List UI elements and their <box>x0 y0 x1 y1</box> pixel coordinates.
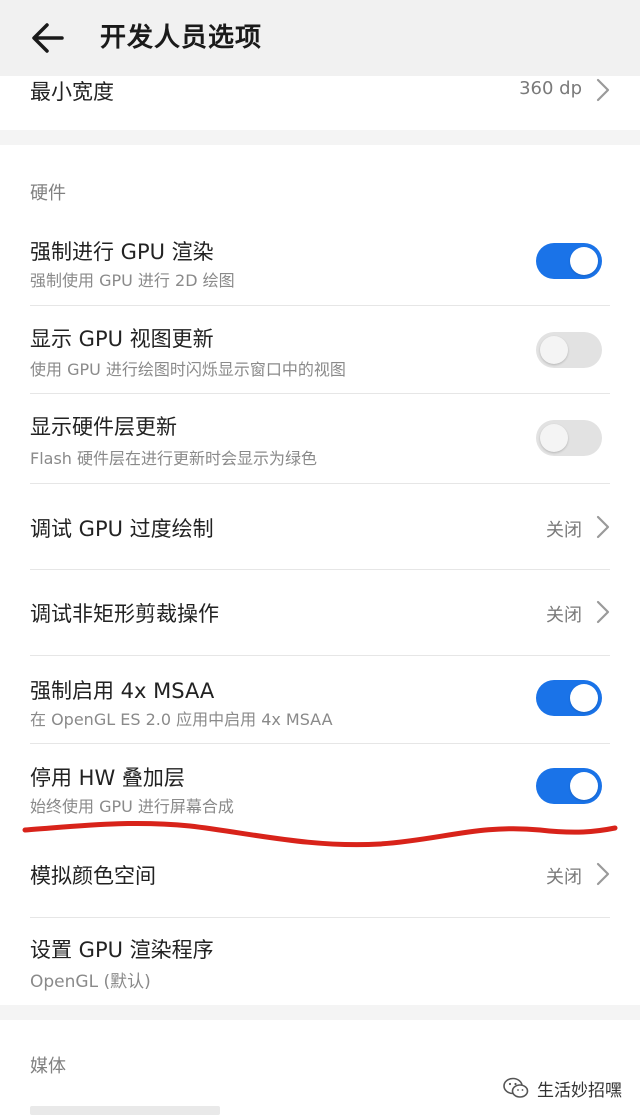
page-title: 开发人员选项 <box>100 23 263 53</box>
row-title: 强制进行 GPU 渲染 <box>30 240 214 264</box>
list-item-partial[interactable] <box>0 1102 640 1115</box>
app-bar: 开发人员选项 <box>0 0 640 76</box>
watermark-text: 生活妙招嘿 <box>537 1080 622 1101</box>
cropped-row-text <box>30 1106 220 1115</box>
toggle-knob <box>540 336 568 364</box>
row-title: 调试 GPU 过度绘制 <box>30 517 214 541</box>
toggle-knob <box>570 684 598 712</box>
row-title: 强制启用 4x MSAA <box>30 679 215 703</box>
row-title: 设置 GPU 渲染程序 <box>30 938 214 962</box>
row-title: 显示 GPU 视图更新 <box>30 327 214 351</box>
toggle-switch[interactable] <box>536 680 602 716</box>
row-subtitle: 使用 GPU 进行绘图时闪烁显示窗口中的视图 <box>30 360 346 379</box>
chevron-right-icon <box>596 600 610 624</box>
row-title: 显示硬件层更新 <box>30 415 177 439</box>
row-title: 停用 HW 叠加层 <box>30 766 185 790</box>
chevron-right-icon <box>596 78 610 102</box>
toggle-switch[interactable] <box>536 332 602 368</box>
row-value: 关闭 <box>546 867 582 888</box>
row-title: 模拟颜色空间 <box>30 864 156 888</box>
list-item-set-gpu-renderer[interactable]: 设置 GPU 渲染程序 OpenGL (默认) <box>0 917 640 1005</box>
row-subtitle: 强制使用 GPU 进行 2D 绘图 <box>30 271 235 290</box>
row-value: 360 dp <box>519 78 582 99</box>
row-value: 关闭 <box>546 520 582 541</box>
row-value: 关闭 <box>546 605 582 626</box>
chevron-right-icon <box>596 515 610 539</box>
row-title: 调试非矩形剪裁操作 <box>30 602 219 626</box>
row-subtitle: Flash 硬件层在进行更新时会显示为绿色 <box>30 449 318 468</box>
toggle-switch[interactable] <box>536 768 602 804</box>
row-title: 最小宽度 <box>30 80 114 104</box>
list-item-force-gpu-rendering[interactable]: 强制进行 GPU 渲染 强制使用 GPU 进行 2D 绘图 <box>0 223 640 305</box>
row-subtitle: 在 OpenGL ES 2.0 应用中启用 4x MSAA <box>30 710 333 729</box>
list-item-show-gpu-view-updates[interactable]: 显示 GPU 视图更新 使用 GPU 进行绘图时闪烁显示窗口中的视图 <box>0 305 640 393</box>
smallest-width-card: 最小宽度 360 dp <box>0 76 640 130</box>
hardware-card: 硬件 强制进行 GPU 渲染 强制使用 GPU 进行 2D 绘图 显示 GPU … <box>0 145 640 1005</box>
section-label-media: 媒体 <box>30 1056 66 1077</box>
toggle-knob <box>570 772 598 800</box>
wechat-icon <box>503 1077 529 1098</box>
toggle-switch[interactable] <box>536 420 602 456</box>
list-item-show-hardware-layer-updates[interactable]: 显示硬件层更新 Flash 硬件层在进行更新时会显示为绿色 <box>0 393 640 483</box>
toggle-knob <box>540 424 568 452</box>
list-item-debug-gpu-overdraw[interactable]: 调试 GPU 过度绘制 关闭 <box>0 483 640 569</box>
toggle-switch[interactable] <box>536 243 602 279</box>
toggle-knob <box>570 247 598 275</box>
list-item-force-4x-msaa[interactable]: 强制启用 4x MSAA 在 OpenGL ES 2.0 应用中启用 4x MS… <box>0 655 640 743</box>
arrow-back-icon <box>32 23 64 53</box>
list-item-debug-non-rect-clip[interactable]: 调试非矩形剪裁操作 关闭 <box>0 569 640 655</box>
section-label-hardware: 硬件 <box>30 183 66 204</box>
watermark: 生活妙招嘿 <box>503 1073 622 1103</box>
row-subtitle: OpenGL (默认) <box>30 972 151 992</box>
chevron-right-icon <box>596 862 610 886</box>
annotation-underline <box>22 820 618 848</box>
back-button[interactable] <box>24 12 76 64</box>
smallest-width-row[interactable]: 最小宽度 360 dp <box>0 76 640 130</box>
